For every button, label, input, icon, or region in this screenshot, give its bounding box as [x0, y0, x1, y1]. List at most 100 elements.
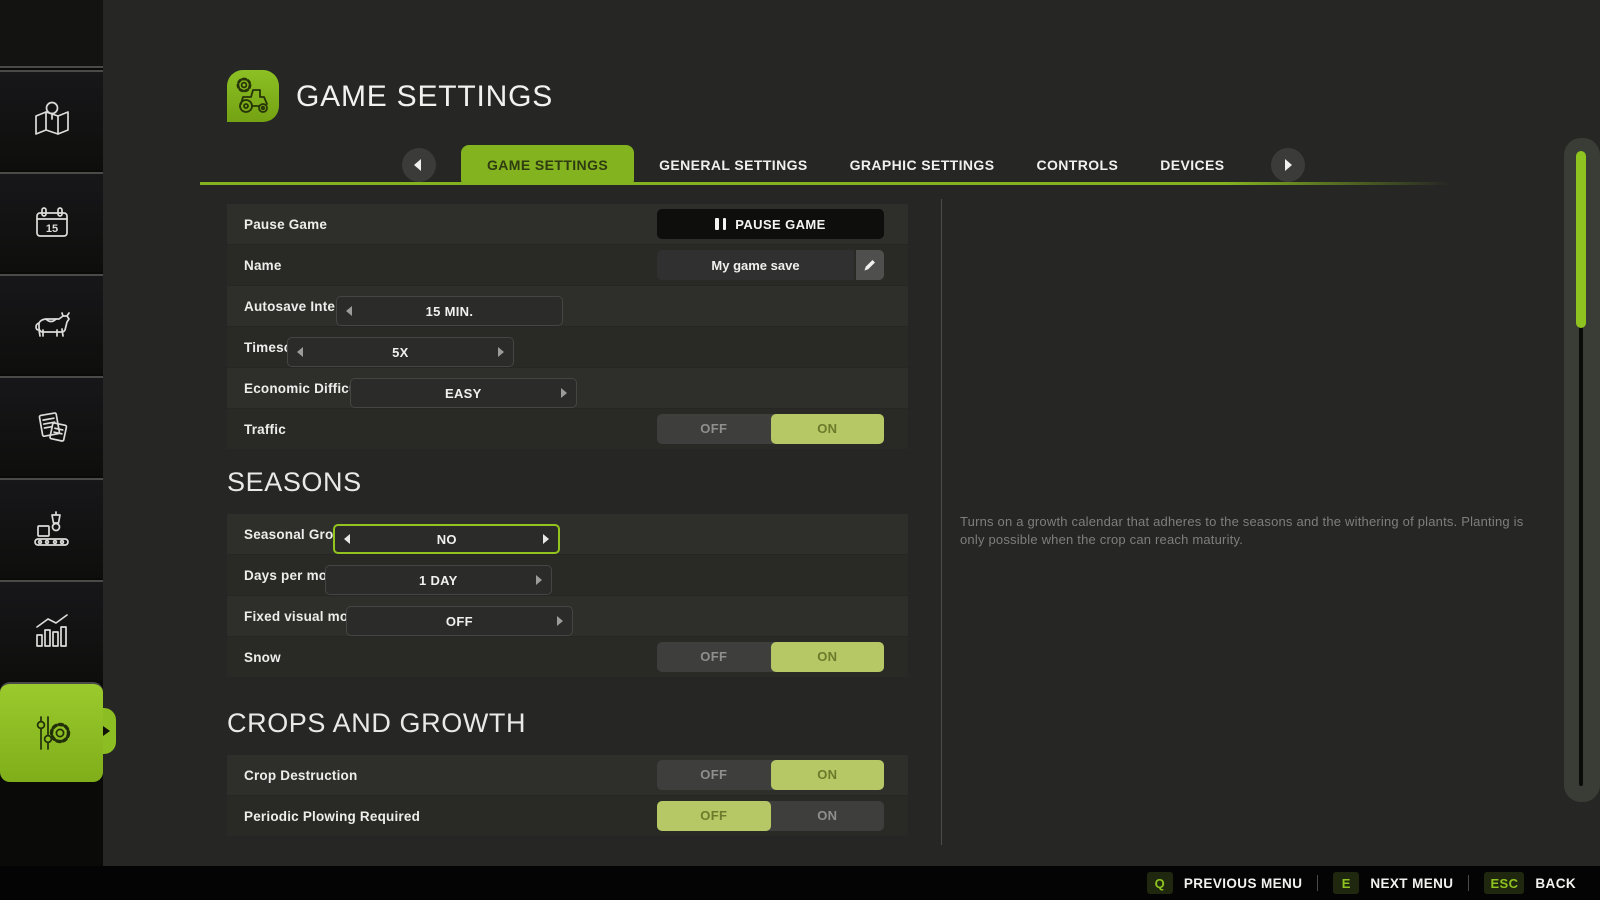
- stepper-value: NO: [436, 531, 457, 547]
- hint-back[interactable]: ESC BACK: [1484, 872, 1576, 894]
- contracts-icon: [38, 412, 67, 442]
- setting-row-periodic-plowing-required: Periodic Plowing Required OFF ON: [227, 796, 908, 836]
- seasonal-growth-stepper[interactable]: NO: [333, 524, 561, 554]
- increase-arrow-icon[interactable]: [556, 616, 563, 626]
- setting-row-traffic: Traffic OFF ON: [227, 409, 908, 449]
- chevron-right-icon: [1284, 159, 1292, 171]
- timescale-stepper[interactable]: 5X: [286, 337, 514, 367]
- tab-controls[interactable]: CONTROLS: [1036, 157, 1118, 173]
- content-divider: [941, 199, 942, 845]
- key-badge-e: E: [1333, 872, 1360, 894]
- statistics-icon: [35, 614, 68, 647]
- production-icon: [33, 511, 69, 546]
- setting-label: Pause Game: [244, 216, 328, 232]
- key-badge-q: Q: [1146, 872, 1173, 894]
- increase-arrow-icon[interactable]: [535, 575, 542, 585]
- toggle-on-option[interactable]: ON: [770, 642, 884, 672]
- economic-difficulty-stepper[interactable]: EASY: [349, 378, 577, 408]
- hint-separator: [1468, 875, 1470, 891]
- tab-bar: GAME SETTINGS GENERAL SETTINGS GRAPHIC S…: [402, 145, 1305, 185]
- sidebar-item-settings[interactable]: [0, 682, 103, 782]
- days-per-month-stepper[interactable]: 1 DAY: [324, 565, 552, 595]
- sidebar: 15: [0, 0, 116, 866]
- tab-game-settings[interactable]: GAME SETTINGS: [461, 145, 635, 185]
- tab-graphic-settings[interactable]: GRAPHIC SETTINGS: [850, 157, 995, 173]
- setting-label: Periodic Plowing Required: [244, 808, 421, 824]
- map-icon: [34, 101, 69, 135]
- setting-description: Turns on a growth calendar that adheres …: [960, 514, 1524, 547]
- settings-list: Pause Game PAUSE GAME Name My game save …: [227, 204, 908, 837]
- fixed-visual-month-stepper[interactable]: OFF: [345, 606, 573, 636]
- toggle-off-option[interactable]: OFF: [657, 642, 771, 672]
- sidebar-item-calendar[interactable]: 15: [0, 172, 103, 272]
- save-name-input[interactable]: My game save: [657, 250, 854, 280]
- toggle-off-option[interactable]: OFF: [657, 414, 771, 444]
- sidebar-item-contracts[interactable]: [0, 376, 103, 476]
- increase-arrow-icon[interactable]: [497, 347, 504, 357]
- snow-toggle: OFF ON: [657, 642, 884, 672]
- stepper-value: OFF: [445, 613, 473, 629]
- stepper-value: 15 MIN.: [425, 303, 474, 319]
- chevron-left-icon: [414, 159, 421, 171]
- decrease-arrow-icon[interactable]: [296, 347, 303, 357]
- tabs-next-button[interactable]: [1270, 148, 1305, 182]
- setting-label: Crop Destruction: [244, 767, 358, 783]
- toggle-on-option[interactable]: ON: [770, 760, 884, 790]
- increase-arrow-icon[interactable]: [560, 388, 567, 398]
- pause-game-button-label: PAUSE GAME: [735, 216, 826, 232]
- sidebar-active-arrow-icon: [103, 726, 110, 736]
- hint-label: PREVIOUS MENU: [1183, 875, 1303, 891]
- tab-underline: [200, 182, 1450, 185]
- tab-general-settings[interactable]: GENERAL SETTINGS: [659, 157, 808, 173]
- decrease-arrow-icon[interactable]: [344, 534, 351, 544]
- sidebar-item-map[interactable]: [0, 70, 103, 170]
- toggle-on-option[interactable]: ON: [771, 801, 885, 831]
- setting-row-days-per-month: Days per month 1 DAY: [227, 555, 908, 595]
- game-settings-screen: 15 GAME SETTINGS GAME SETTINGS GENERAL S…: [0, 0, 1600, 900]
- setting-row-pause-game: Pause Game PAUSE GAME: [227, 204, 908, 244]
- save-name-control: My game save: [657, 250, 884, 280]
- page-icon: [227, 70, 279, 122]
- setting-row-seasonal-growth: Seasonal Growth NO: [227, 514, 908, 554]
- setting-row-name: Name My game save: [227, 245, 908, 285]
- key-badge-esc: ESC: [1484, 872, 1525, 894]
- periodic-plowing-toggle: OFF ON: [657, 801, 884, 831]
- pause-icon: [715, 218, 727, 230]
- setting-row-economic-difficulty: Economic Difficulty EASY: [227, 368, 908, 408]
- stepper-value: 5X: [392, 344, 409, 360]
- sidebar-item-statistics[interactable]: [0, 580, 103, 680]
- setting-row-autosave-interval: Autosave Interval 15 MIN.: [227, 286, 908, 326]
- setting-row-snow: Snow OFF ON: [227, 637, 908, 677]
- setting-label: Name: [244, 257, 282, 273]
- tabs-prev-button[interactable]: [402, 148, 436, 182]
- sidebar-item-animals[interactable]: [0, 274, 103, 374]
- sidebar-top-spacer: [0, 0, 103, 68]
- section-title-seasons: SEASONS: [227, 467, 362, 497]
- section-title-crops-and-growth: CROPS AND GROWTH: [227, 708, 527, 738]
- autosave-interval-stepper[interactable]: 15 MIN.: [335, 296, 563, 326]
- sidebar-item-production[interactable]: [0, 478, 103, 578]
- tab-devices[interactable]: DEVICES: [1160, 157, 1224, 173]
- settings-icon: [36, 716, 70, 750]
- setting-row-crop-destruction: Crop Destruction OFF ON: [227, 755, 908, 795]
- hint-previous-menu[interactable]: Q PREVIOUS MENU: [1146, 872, 1303, 894]
- bottom-hint-bar: Q PREVIOUS MENU E NEXT MENU ESC BACK: [0, 866, 1600, 900]
- hint-separator: [1317, 875, 1319, 891]
- crop-destruction-toggle: OFF ON: [657, 760, 884, 790]
- hint-next-menu[interactable]: E NEXT MENU: [1333, 872, 1453, 894]
- increase-arrow-icon[interactable]: [543, 534, 550, 544]
- edit-name-button[interactable]: [856, 250, 884, 280]
- stepper-value: 1 DAY: [419, 572, 458, 588]
- svg-text:15: 15: [45, 223, 57, 235]
- traffic-toggle: OFF ON: [657, 414, 884, 444]
- hint-label: NEXT MENU: [1370, 875, 1454, 891]
- scrollbar-thumb[interactable]: [1576, 151, 1586, 328]
- cow-icon: [34, 312, 70, 337]
- setting-row-fixed-visual-month: Fixed visual month OFF: [227, 596, 908, 636]
- pause-game-button[interactable]: PAUSE GAME: [657, 209, 884, 239]
- toggle-off-option[interactable]: OFF: [657, 760, 771, 790]
- toggle-off-option[interactable]: OFF: [657, 801, 771, 831]
- toggle-on-option[interactable]: ON: [770, 414, 884, 444]
- decrease-arrow-icon[interactable]: [345, 306, 352, 316]
- setting-row-timescale: Timescale 5X: [227, 327, 908, 367]
